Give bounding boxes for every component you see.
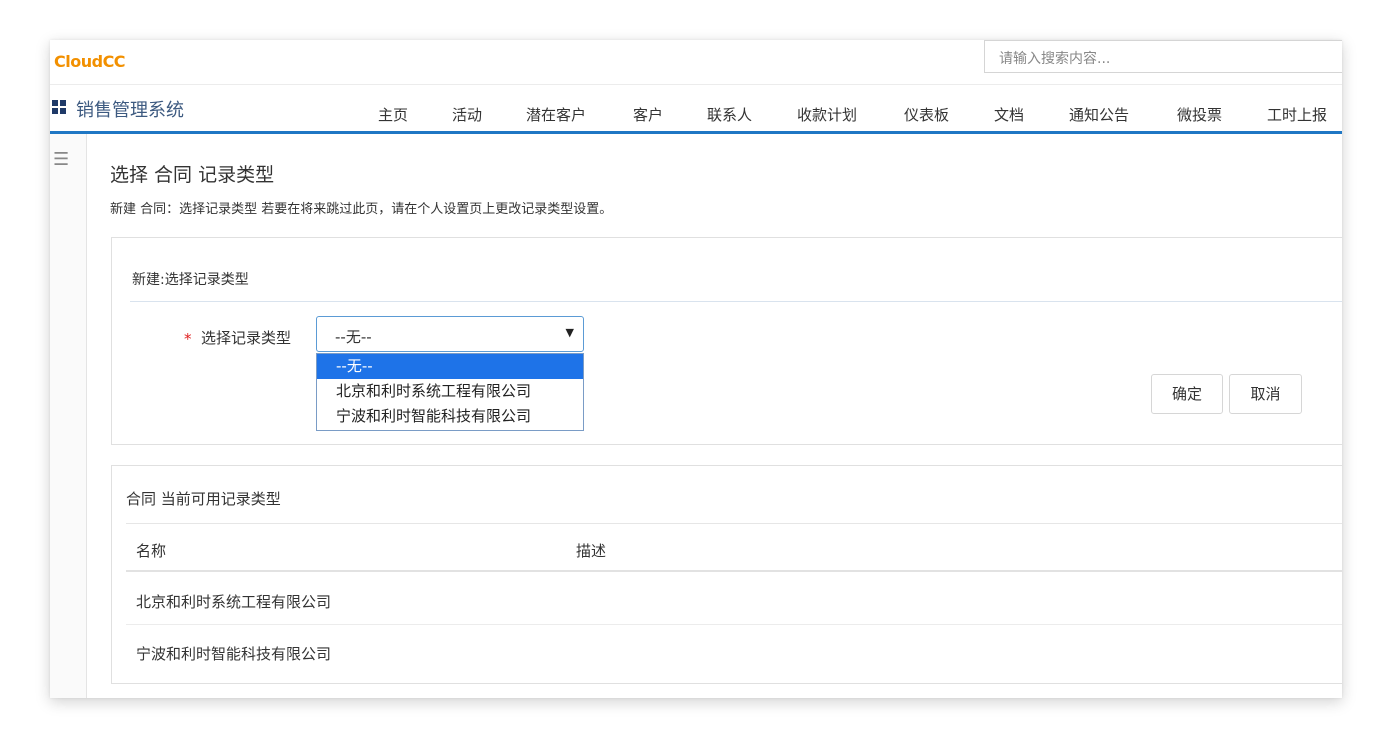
app-title[interactable]: 销售管理系统: [76, 96, 184, 122]
table-row-name: 宁波和利时智能科技有限公司: [136, 645, 332, 663]
panel-title: 合同 当前可用记录类型: [126, 490, 281, 508]
record-type-select[interactable]: --无-- ▼: [316, 316, 584, 352]
hamburger-menu-icon[interactable]: ☰: [53, 149, 69, 170]
app-grid-icon[interactable]: [52, 100, 66, 114]
nav-item-leads[interactable]: 潜在客户: [526, 104, 586, 125]
dropdown-option[interactable]: 宁波和利时智能科技有限公司: [317, 404, 583, 429]
confirm-button[interactable]: 确定: [1151, 374, 1223, 414]
select-value: --无--: [335, 328, 372, 346]
column-header-name: 名称: [136, 542, 167, 560]
caret-down-icon: ▼: [565, 326, 574, 339]
nav-item-accounts[interactable]: 客户: [633, 104, 663, 125]
nav-bar: [50, 85, 1342, 134]
nav-item-announcements[interactable]: 通知公告: [1069, 104, 1129, 125]
top-bar: CloudCC 请输入搜索内容...: [50, 40, 1342, 85]
nav-item-payment-plans[interactable]: 收款计划: [797, 104, 857, 125]
dropdown-option[interactable]: 北京和利时系统工程有限公司: [317, 379, 583, 404]
cancel-button[interactable]: 取消: [1229, 374, 1302, 414]
divider: [126, 523, 1342, 524]
record-type-dropdown: --无-- 北京和利时系统工程有限公司 宁波和利时智能科技有限公司: [316, 353, 584, 431]
divider: [126, 624, 1342, 625]
dropdown-option[interactable]: --无--: [317, 354, 583, 379]
table-row-name: 北京和利时系统工程有限公司: [136, 593, 332, 611]
record-type-label: 选择记录类型: [201, 329, 292, 347]
nav-item-documents[interactable]: 文档: [994, 104, 1024, 125]
logo[interactable]: CloudCC: [54, 52, 126, 71]
left-rail: ☰: [50, 134, 87, 698]
divider: [126, 570, 1342, 572]
page-title: 选择 合同 记录类型: [110, 164, 275, 186]
required-mark: *: [184, 330, 192, 348]
available-record-types-panel: 合同 当前可用记录类型 名称 描述 北京和利时系统工程有限公司 宁波和利时智能科…: [111, 465, 1342, 684]
nav-item-contacts[interactable]: 联系人: [707, 104, 752, 125]
divider: [130, 301, 1342, 302]
nav-item-home[interactable]: 主页: [378, 104, 408, 125]
nav-item-timesheets[interactable]: 工时上报: [1267, 104, 1327, 125]
panel-title: 新建:选择记录类型: [132, 272, 249, 288]
nav-item-polls[interactable]: 微投票: [1177, 104, 1222, 125]
app-window: CloudCC 请输入搜索内容... 销售管理系统 主页 活动 潜在客户 客户 …: [50, 40, 1342, 698]
nav-item-activities[interactable]: 活动: [452, 104, 482, 125]
page-subtitle: 新建 合同：选择记录类型 若要在将来跳过此页，请在个人设置页上更改记录类型设置。: [110, 202, 613, 217]
column-header-description: 描述: [576, 542, 607, 560]
nav-item-dashboards[interactable]: 仪表板: [904, 104, 949, 125]
search-input[interactable]: 请输入搜索内容...: [984, 40, 1342, 73]
